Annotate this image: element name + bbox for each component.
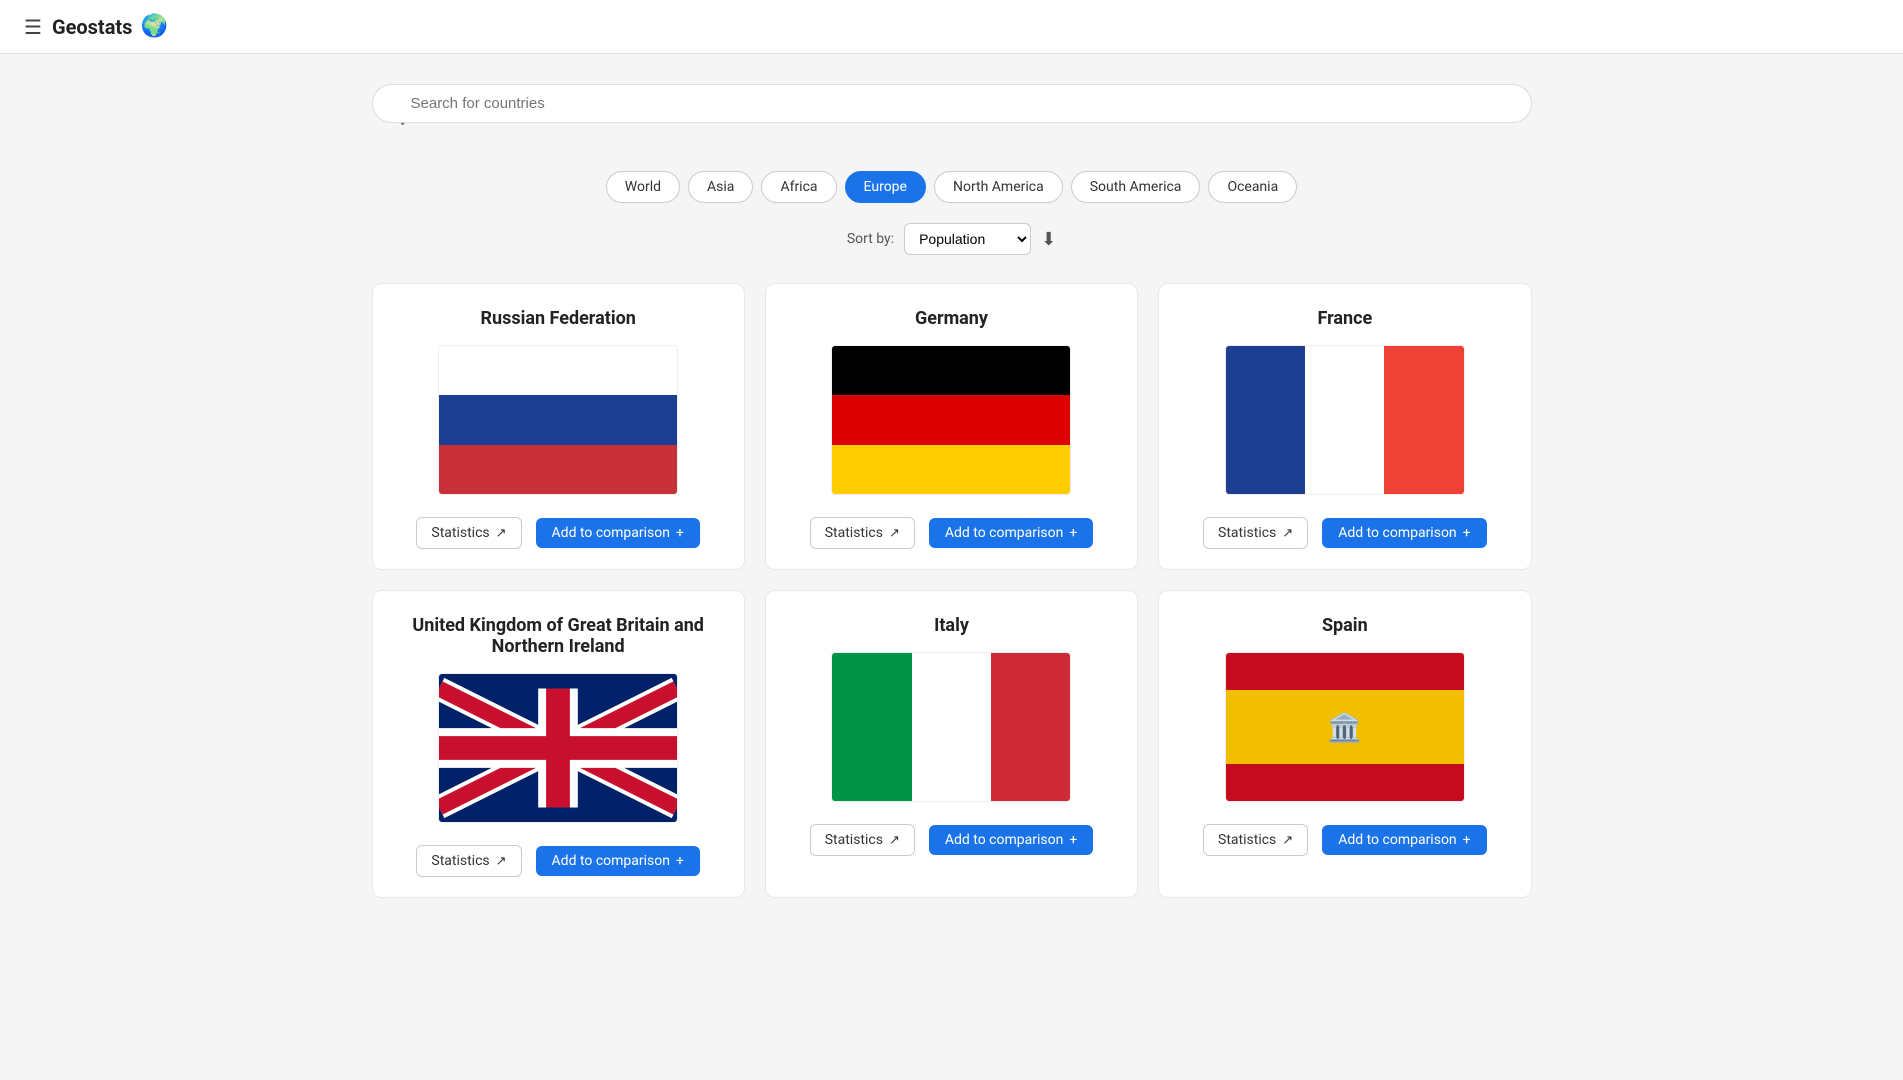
trend-icon: ↗	[1282, 833, 1293, 848]
flag-stripe	[1305, 346, 1384, 494]
trend-icon: ↗	[889, 833, 900, 848]
statistics-button-russia[interactable]: Statistics ↗	[416, 517, 521, 549]
country-card-russia: Russian Federation Statistics ↗ Add to c…	[372, 283, 745, 570]
add-to-comparison-button-italy[interactable]: Add to comparison +	[929, 825, 1093, 855]
country-card-uk: United Kingdom of Great Britain and Nort…	[372, 590, 745, 898]
add-to-comparison-button-russia[interactable]: Add to comparison +	[536, 518, 700, 548]
statistics-label: Statistics	[431, 525, 489, 541]
globe-icon: 🌍	[140, 14, 167, 39]
add-to-comparison-button-spain[interactable]: Add to comparison +	[1322, 825, 1486, 855]
statistics-button-spain[interactable]: Statistics ↗	[1203, 824, 1308, 856]
sort-label: Sort by:	[847, 231, 894, 247]
add-to-comparison-button-france[interactable]: Add to comparison +	[1322, 518, 1486, 548]
country-card-france: France Statistics ↗ Add to comparison +	[1158, 283, 1531, 570]
flag-germany	[831, 345, 1071, 495]
statistics-button-italy[interactable]: Statistics ↗	[810, 824, 915, 856]
flag-stripe	[439, 346, 677, 395]
statistics-label: Statistics	[431, 853, 489, 869]
flag-italy	[831, 652, 1071, 802]
add-label: Add to comparison	[552, 853, 670, 869]
country-card-germany: Germany Statistics ↗ Add to comparison +	[765, 283, 1138, 570]
add-label: Add to comparison	[1338, 525, 1456, 541]
flag-stripe: 🏛️	[1226, 690, 1464, 764]
add-to-comparison-button-uk[interactable]: Add to comparison +	[536, 846, 700, 876]
statistics-button-uk[interactable]: Statistics ↗	[416, 845, 521, 877]
trend-icon: ↗	[496, 526, 507, 541]
card-actions-italy: Statistics ↗ Add to comparison +	[810, 824, 1094, 856]
filter-tabs: WorldAsiaAfrica EuropeNorth AmericaSouth …	[372, 171, 1532, 203]
flag-stripe	[1226, 346, 1305, 494]
country-name-france: France	[1317, 308, 1372, 329]
card-actions-spain: Statistics ↗ Add to comparison +	[1203, 824, 1487, 856]
flag-stripe	[912, 653, 991, 801]
tab-south-america[interactable]: South America	[1071, 171, 1201, 203]
add-to-comparison-button-germany[interactable]: Add to comparison +	[929, 518, 1093, 548]
flag-russia	[438, 345, 678, 495]
plus-icon: +	[1069, 832, 1077, 848]
flag-stripe	[832, 395, 1070, 444]
country-card-italy: Italy Statistics ↗ Add to comparison +	[765, 590, 1138, 898]
sort-bar: Sort by: PopulationAreaNameGDP ⬇	[372, 223, 1532, 255]
app-name-text: Geostats	[52, 15, 133, 39]
flag-spain: 🏛️	[1225, 652, 1465, 802]
countries-grid: Russian Federation Statistics ↗ Add to c…	[372, 283, 1532, 898]
sort-select[interactable]: PopulationAreaNameGDP	[904, 223, 1031, 255]
tab-asia[interactable]: Asia	[688, 171, 753, 203]
flag-stripe	[1226, 764, 1464, 801]
statistics-button-france[interactable]: Statistics ↗	[1203, 517, 1308, 549]
sort-direction-button[interactable]: ⬇	[1041, 229, 1056, 250]
app-title: Geostats 🌍	[52, 14, 168, 39]
tab-north-america[interactable]: North America	[934, 171, 1063, 203]
flag-stripe	[991, 653, 1070, 801]
flag-stripe	[1384, 346, 1463, 494]
card-actions-russia: Statistics ↗ Add to comparison +	[416, 517, 700, 549]
country-name-germany: Germany	[915, 308, 988, 329]
flag-france	[1225, 345, 1465, 495]
search-wrapper: 🔍	[372, 84, 1532, 147]
add-label: Add to comparison	[945, 525, 1063, 541]
flag-stripe	[832, 653, 911, 801]
trend-icon: ↗	[496, 854, 507, 869]
plus-icon: +	[676, 525, 684, 541]
trend-icon: ↗	[1282, 526, 1293, 541]
plus-icon: +	[1069, 525, 1077, 541]
trend-icon: ↗	[889, 526, 900, 541]
statistics-label: Statistics	[825, 525, 883, 541]
main-content: 🔍 WorldAsiaAfrica EuropeNorth AmericaSout…	[352, 54, 1552, 928]
country-name-italy: Italy	[934, 615, 969, 636]
country-name-spain: Spain	[1322, 615, 1368, 636]
add-label: Add to comparison	[1338, 832, 1456, 848]
tab-africa[interactable]: Africa	[761, 171, 836, 203]
add-label: Add to comparison	[945, 832, 1063, 848]
country-name-russia: Russian Federation	[480, 308, 635, 329]
statistics-label: Statistics	[825, 832, 883, 848]
statistics-button-germany[interactable]: Statistics ↗	[810, 517, 915, 549]
tab-world[interactable]: World	[606, 171, 680, 203]
country-name-uk: United Kingdom of Great Britain and Nort…	[393, 615, 724, 657]
tab-europe[interactable]: Europe	[845, 171, 926, 203]
country-card-spain: Spain 🏛️ Statistics ↗ Add to comparison …	[1158, 590, 1531, 898]
card-actions-france: Statistics ↗ Add to comparison +	[1203, 517, 1487, 549]
statistics-label: Statistics	[1218, 832, 1276, 848]
plus-icon: +	[1463, 525, 1471, 541]
flag-stripe	[439, 445, 677, 494]
card-actions-uk: Statistics ↗ Add to comparison +	[416, 845, 700, 877]
search-input[interactable]	[372, 84, 1532, 123]
plus-icon: +	[676, 853, 684, 869]
tab-oceania[interactable]: Oceania	[1208, 171, 1297, 203]
flag-stripe	[832, 346, 1070, 395]
hamburger-menu-icon[interactable]: ☰	[24, 15, 42, 39]
statistics-label: Statistics	[1218, 525, 1276, 541]
flag-uk	[438, 673, 678, 823]
card-actions-germany: Statistics ↗ Add to comparison +	[810, 517, 1094, 549]
app-header: ☰ Geostats 🌍	[0, 0, 1903, 54]
flag-stripe	[832, 445, 1070, 494]
flag-stripe	[439, 395, 677, 444]
add-label: Add to comparison	[552, 525, 670, 541]
plus-icon: +	[1463, 832, 1471, 848]
flag-stripe	[1226, 653, 1464, 690]
